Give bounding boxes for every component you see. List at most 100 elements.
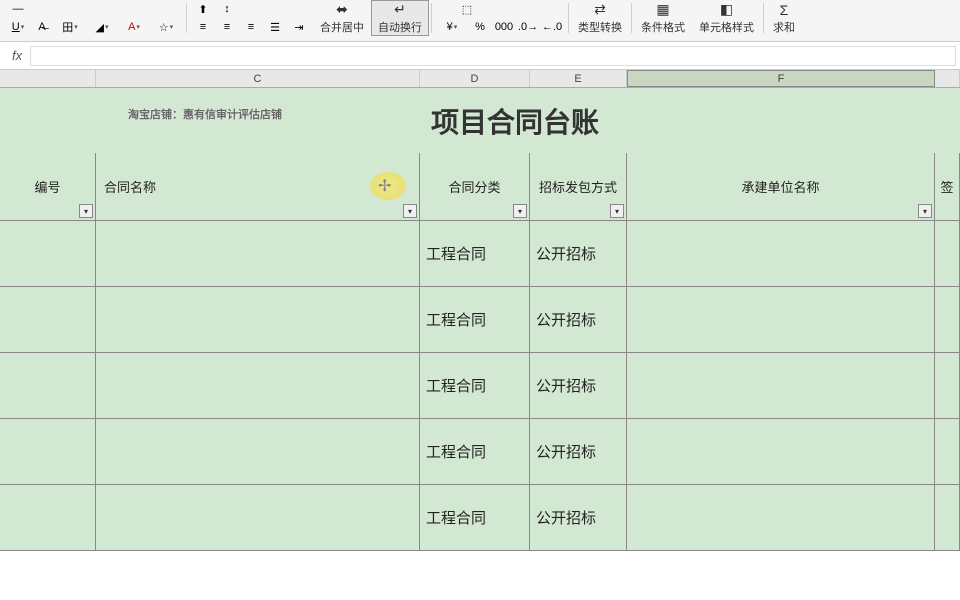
sum-button[interactable]: Σ 求和: [766, 0, 802, 36]
title-row: 淘宝店铺：惠有信审计评估店铺 项目合同台账: [0, 88, 960, 153]
cond-format-label: 条件格式: [641, 19, 685, 35]
table-row: 工程合同公开招标: [0, 221, 960, 287]
type-convert-button[interactable]: ⇄ 类型转换: [571, 0, 629, 36]
wrap-icon: ↵: [394, 1, 406, 18]
currency-style-button[interactable]: ⬚: [437, 0, 497, 18]
fx-label[interactable]: fx: [4, 48, 30, 63]
divider: [186, 3, 187, 33]
formula-bar: fx: [0, 42, 960, 70]
col-header-E[interactable]: E: [530, 70, 627, 87]
divider: [431, 3, 432, 33]
sum-label: 求和: [773, 19, 795, 35]
header-cell-contract-type[interactable]: 合同分类 ▾: [420, 153, 530, 221]
header-cell-bid-method[interactable]: 招标发包方式 ▾: [530, 153, 627, 221]
table-row: 工程合同公开招标: [0, 287, 960, 353]
data-cell[interactable]: [627, 485, 935, 551]
currency-button[interactable]: ¥▾: [437, 18, 467, 36]
data-cell[interactable]: [96, 419, 420, 485]
merge-icon: ⬌: [336, 1, 348, 18]
conditional-format-button[interactable]: ▦ 条件格式: [634, 0, 692, 36]
data-cell[interactable]: 工程合同: [420, 353, 530, 419]
data-cell[interactable]: [0, 353, 96, 419]
col-header-B[interactable]: [0, 70, 96, 87]
data-cell[interactable]: [935, 287, 960, 353]
data-cell[interactable]: 工程合同: [420, 287, 530, 353]
data-cell[interactable]: [96, 221, 420, 287]
number-group: ⬚ ¥▾ % 000 .0→ ←.0: [434, 0, 566, 36]
data-cell[interactable]: 工程合同: [420, 485, 530, 551]
sigma-icon: Σ: [780, 2, 789, 18]
underline-button[interactable]: U▾: [7, 18, 29, 36]
header-cell-number[interactable]: 编号 ▾: [0, 153, 96, 221]
cond-format-icon: ▦: [656, 1, 669, 18]
filter-icon[interactable]: ▾: [403, 204, 417, 218]
table-row: 工程合同公开招标: [0, 353, 960, 419]
increase-decimal-button[interactable]: .0→: [517, 18, 539, 36]
col-header-F[interactable]: F: [627, 70, 935, 87]
data-cell[interactable]: 工程合同: [420, 221, 530, 287]
alignment-group: ⬆ ↕ ≡ ≡ ≡ ☰ ⇥: [189, 0, 313, 36]
border-button[interactable]: 田▾: [55, 18, 85, 36]
data-cell[interactable]: [627, 419, 935, 485]
data-cell[interactable]: [935, 353, 960, 419]
data-cell[interactable]: [627, 353, 935, 419]
bold-button[interactable]: —: [7, 0, 29, 18]
data-cell[interactable]: [935, 485, 960, 551]
strikethrough-button[interactable]: A̶: [31, 18, 53, 36]
data-cell[interactable]: [96, 485, 420, 551]
filter-icon[interactable]: ▾: [79, 204, 93, 218]
column-headers: C D E F: [0, 70, 960, 88]
cell-style-button[interactable]: ◧ 单元格样式: [692, 0, 761, 36]
data-cell[interactable]: 公开招标: [530, 485, 627, 551]
align-center-button[interactable]: ≡: [216, 18, 238, 36]
data-cell[interactable]: [0, 419, 96, 485]
divider: [568, 3, 569, 33]
col-header-D[interactable]: D: [420, 70, 530, 87]
header-cell-contractor[interactable]: 承建单位名称 ▾: [627, 153, 935, 221]
data-cell[interactable]: [627, 221, 935, 287]
merge-label: 合并居中: [320, 19, 364, 35]
data-cell[interactable]: [0, 287, 96, 353]
data-cell[interactable]: 工程合同: [420, 419, 530, 485]
divider: [631, 3, 632, 33]
align-justify-button[interactable]: ☰: [264, 18, 286, 36]
data-cell[interactable]: [935, 221, 960, 287]
merge-center-button[interactable]: ⬌ 合并居中: [313, 0, 371, 36]
filter-icon[interactable]: ▾: [610, 204, 624, 218]
wrap-text-button[interactable]: ↵ 自动换行: [371, 0, 429, 36]
comma-button[interactable]: 000: [493, 18, 515, 36]
data-cell[interactable]: [0, 485, 96, 551]
data-cell[interactable]: [96, 353, 420, 419]
data-cell[interactable]: [627, 287, 935, 353]
data-cell[interactable]: 公开招标: [530, 419, 627, 485]
watermark: 淘宝店铺：惠有信审计评估店铺: [128, 106, 282, 122]
formula-input[interactable]: [30, 46, 956, 66]
align-right-button[interactable]: ≡: [240, 18, 262, 36]
align-top-button[interactable]: ⬆: [192, 0, 214, 18]
header-cell-sign[interactable]: 签: [935, 153, 960, 221]
decrease-decimal-button[interactable]: ←.0: [541, 18, 563, 36]
filter-icon[interactable]: ▾: [513, 204, 527, 218]
data-cell[interactable]: 公开招标: [530, 353, 627, 419]
data-cell[interactable]: [96, 287, 420, 353]
font-effect-button[interactable]: ☆▾: [151, 18, 181, 36]
filter-icon[interactable]: ▾: [918, 204, 932, 218]
fill-color-button[interactable]: ◢▾: [87, 18, 117, 36]
data-cell[interactable]: 公开招标: [530, 287, 627, 353]
align-left-button[interactable]: ≡: [192, 18, 214, 36]
header-cell-contract-name[interactable]: 合同名称 ▾: [96, 153, 420, 221]
table-row: 工程合同公开招标: [0, 485, 960, 551]
data-cell[interactable]: [0, 221, 96, 287]
col-header-C[interactable]: C: [96, 70, 420, 87]
align-middle-button[interactable]: ↕: [216, 0, 238, 18]
data-cell[interactable]: 公开招标: [530, 221, 627, 287]
sheet-area[interactable]: 淘宝店铺：惠有信审计评估店铺 项目合同台账 编号 ▾ 合同名称 ▾ 合同分类 ▾…: [0, 88, 960, 578]
ribbon-toolbar: — U▾ A̶ 田▾ ◢▾ A▾ ☆▾ ⬆ ↕ ≡ ≡ ≡ ☰ ⇥ ⬌ 合并居中…: [0, 0, 960, 42]
font-color-button[interactable]: A▾: [119, 18, 149, 36]
indent-button[interactable]: ⇥: [288, 18, 310, 36]
divider: [763, 3, 764, 33]
percent-button[interactable]: %: [469, 18, 491, 36]
table-header-row: 编号 ▾ 合同名称 ▾ 合同分类 ▾ 招标发包方式 ▾ 承建单位名称 ▾ 签: [0, 153, 960, 221]
col-header-G[interactable]: [935, 70, 960, 87]
data-cell[interactable]: [935, 419, 960, 485]
